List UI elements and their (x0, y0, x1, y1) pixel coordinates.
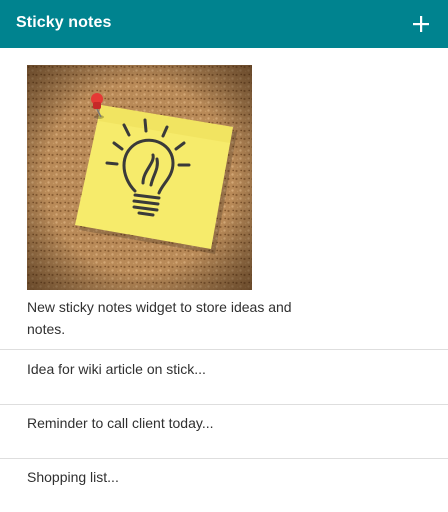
widget-header: Sticky notes (0, 0, 448, 48)
list-item-note[interactable]: Idea for wiki article on stick... (0, 350, 448, 405)
list-item-note[interactable]: Reminder to call client today... (0, 404, 448, 459)
list-item-featured-note[interactable]: New sticky notes widget to store ideas a… (0, 48, 448, 350)
add-note-button[interactable] (408, 11, 434, 37)
sticky-notes-widget: Sticky notes New sticky notes widget to … (0, 0, 448, 512)
widget-title: Sticky notes (16, 14, 112, 31)
note-text: New sticky notes widget to store ideas a… (27, 299, 292, 337)
note-text: Shopping list... (27, 469, 119, 485)
plus-icon (413, 16, 429, 32)
note-text: Reminder to call client today... (27, 415, 214, 431)
list-item-note[interactable]: Shopping list... (0, 458, 448, 512)
note-thumbnail-image (27, 65, 252, 290)
note-text: Idea for wiki article on stick... (27, 361, 206, 377)
